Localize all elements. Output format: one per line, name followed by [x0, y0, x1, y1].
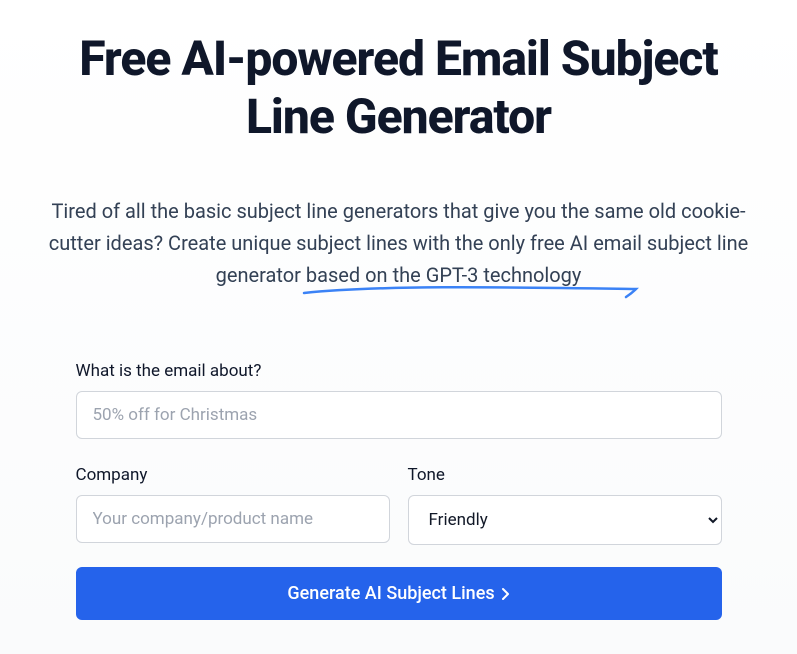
tone-label: Tone	[408, 465, 722, 485]
generate-button[interactable]: Generate AI Subject Lines	[76, 567, 722, 620]
subtitle-highlight: based on the GPT-3 technology	[306, 263, 582, 287]
page-subtitle: Tired of all the basic subject line gene…	[40, 195, 757, 291]
generate-button-label: Generate AI Subject Lines	[287, 583, 494, 604]
page-title: Free AI-powered Email Subject Line Gener…	[40, 30, 757, 145]
company-label: Company	[76, 465, 390, 485]
chevron-right-icon	[501, 587, 510, 601]
subtitle-highlight-text: based on the GPT-3 technology	[306, 263, 582, 287]
about-label: What is the email about?	[76, 361, 722, 381]
about-input[interactable]	[76, 391, 722, 439]
generator-form: What is the email about? Company Tone Fr…	[74, 361, 724, 620]
company-input[interactable]	[76, 495, 390, 543]
tone-select[interactable]: Friendly	[408, 495, 722, 545]
